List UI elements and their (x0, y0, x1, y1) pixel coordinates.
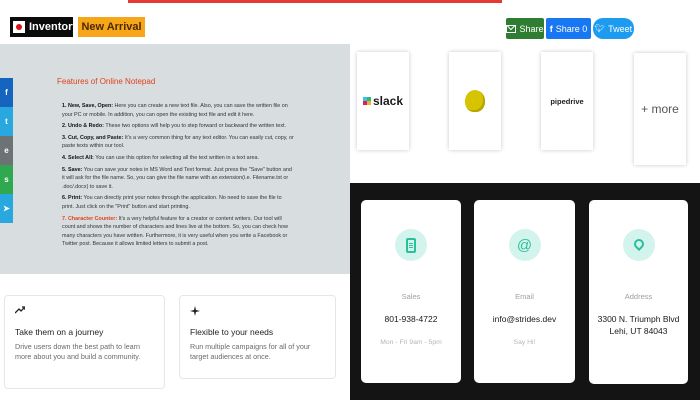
address-line-1: 3300 N. Triumph Blvd (597, 314, 680, 324)
inventory-badge[interactable]: Inventory (10, 17, 79, 37)
inventory-label: Inventory (29, 21, 79, 33)
pipedrive-integration-tile[interactable]: pipedrive (541, 52, 593, 150)
phone-icon (395, 229, 427, 261)
sales-contact-card: Sales 801-938-4722 Mon - Fri 9am - 5pm (361, 200, 461, 383)
twitter-bird-icon: 🐦︎ (594, 24, 606, 33)
email-contact-card: @ Email info@strides.dev Say Hi! (474, 200, 575, 383)
slack-hash-icon (362, 97, 371, 105)
journey-feature-card: Take them on a journey Drive users down … (4, 295, 165, 389)
feature-item: 2. Undo & Redo: These two options will h… (62, 123, 287, 130)
pipedrive-wordmark: pipedrive (550, 96, 584, 106)
slack-integration-tile[interactable]: slack (357, 52, 409, 150)
at-sign-icon: @ (508, 229, 541, 261)
email-label: Email (515, 292, 534, 301)
tweet-button[interactable]: 🐦︎ Tweet (593, 18, 634, 39)
tweet-label: Tweet (608, 23, 633, 34)
email-share-label: Share (519, 23, 544, 34)
notepad-features-panel: Features of Online Notepad 1. New, Save,… (0, 44, 350, 274)
flexible-title: Flexible to your needs (190, 327, 274, 337)
email-share-icon[interactable]: e (0, 136, 13, 165)
email-greeting: Say Hi! (513, 339, 536, 346)
map-pin-icon (622, 229, 655, 261)
sales-phone[interactable]: 801-938-4722 (361, 313, 461, 325)
address-label: Address (624, 292, 653, 301)
envelope-icon (506, 24, 517, 33)
slack-logo: slack (362, 94, 404, 108)
journey-body: Drive users down the best path to learn … (15, 342, 141, 361)
feature-item: 6. Print: You can directly print your no… (62, 195, 282, 210)
more-integrations-tile[interactable]: + more (634, 53, 686, 165)
address-text: 3300 N. Triumph Blvd Lehi, UT 84043 (589, 313, 688, 337)
sparkle-icon (190, 306, 325, 318)
email-share-button[interactable]: Share (506, 18, 544, 39)
yellow-app-logo-icon (465, 90, 485, 112)
trend-arrow-icon (14, 306, 154, 318)
facebook-share-button[interactable]: f Share 0 (546, 18, 591, 39)
sales-hours: Mon - Fri 9am - 5pm (380, 339, 442, 346)
yellow-app-integration-tile[interactable] (449, 52, 501, 150)
feature-item: 1. New, Save, Open: Here you can create … (62, 103, 288, 118)
notepad-features-title: Features of Online Notepad (57, 77, 156, 86)
address-line-2: Lehi, UT 84043 (609, 326, 668, 336)
top-accent-line (128, 0, 502, 3)
sales-label: Sales (401, 292, 421, 301)
notepad-features-list: 1. New, Save, Open: Here you can create … (62, 102, 294, 252)
page: Inventory New Arrival Features of Online… (0, 0, 700, 400)
japan-flag-icon (13, 21, 25, 33)
slack-wordmark: slack (372, 94, 404, 108)
facebook-share-icon[interactable]: f (0, 78, 13, 107)
share-arrow-icon[interactable]: ➤ (0, 194, 13, 223)
address-contact-card: Address 3300 N. Triumph Blvd Lehi, UT 84… (589, 200, 688, 384)
feature-item: 3. Cut, Copy, and Paste: It's a very com… (62, 134, 294, 150)
flexible-body: Run multiple campaigns for all of your t… (190, 342, 311, 361)
more-integrations-label: + more (641, 102, 679, 116)
flexible-feature-card: Flexible to your needs Run multiple camp… (179, 295, 336, 379)
twitter-share-icon[interactable]: t (0, 107, 13, 136)
feature-item: 4. Select All: You can use this option f… (62, 154, 259, 161)
facebook-icon: f (549, 23, 553, 34)
sms-share-icon[interactable]: s (0, 165, 13, 194)
feature-item: 7. Character Counter: It's a very helpfu… (62, 215, 288, 248)
journey-title: Take them on a journey (15, 327, 104, 337)
feature-item: 5. Save: You can save your notes in MS W… (62, 166, 292, 190)
email-address[interactable]: info@strides.dev (474, 313, 575, 325)
facebook-share-label: Share 0 (555, 23, 588, 34)
side-share-bar: f t e s ➤ (0, 78, 13, 223)
new-arrival-badge[interactable]: New Arrival (78, 17, 145, 37)
